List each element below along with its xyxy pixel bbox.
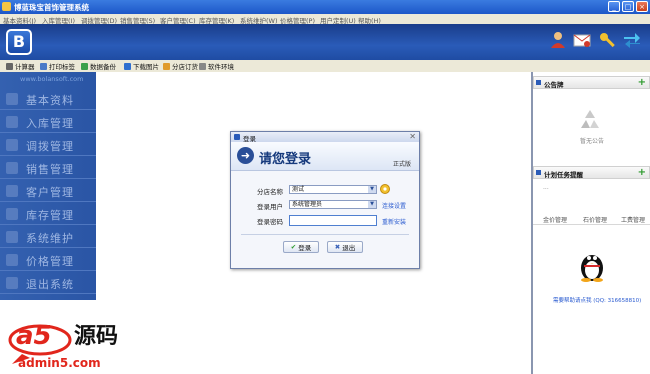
task-reminder-header: 计划任务提醒 +: [533, 166, 650, 179]
chevron-down-icon[interactable]: ▼: [368, 186, 376, 193]
print-label-button[interactable]: 打印标签: [40, 61, 75, 71]
dialog-app-icon: [234, 134, 240, 140]
login-button[interactable]: ✔ 登录: [283, 241, 319, 253]
dialog-heading: 请您登录: [259, 152, 312, 167]
user-icon[interactable]: [548, 30, 568, 50]
window-title: 博蓝珠宝首饰管理系统: [14, 3, 89, 12]
wrench-icon: [199, 62, 206, 70]
box-icon: [6, 208, 18, 220]
watermark-brand-right: 源码: [74, 324, 119, 349]
chevron-down-icon[interactable]: ▼: [368, 201, 376, 208]
maximize-button[interactable]: □: [622, 1, 634, 12]
task-placeholder: ...: [543, 184, 549, 191]
tab-stone-price[interactable]: 石价管理: [583, 215, 607, 224]
transfer-icon: [6, 139, 18, 151]
dialog-title-bar: 登录 ✕: [231, 132, 419, 143]
close-button[interactable]: ×: [636, 1, 648, 12]
close-icon: ✖: [334, 243, 341, 251]
download-icon: [124, 62, 131, 70]
user-select[interactable]: 系统管理员 ▼: [289, 200, 377, 209]
sidebar-item-price[interactable]: 价格管理: [0, 249, 96, 271]
mail-icon[interactable]: [572, 30, 592, 50]
software-env-button[interactable]: 软件环境: [199, 61, 234, 71]
dialog-separator: [241, 234, 409, 235]
app-logo: B: [6, 29, 32, 55]
site-url: www.bolansoft.com: [20, 75, 84, 83]
person-icon: [6, 185, 18, 197]
store-label: 分店名称: [257, 188, 283, 196]
key-icon[interactable]: [597, 30, 617, 50]
sidebar-item-stock-in[interactable]: 入库管理: [0, 111, 96, 133]
bullet-icon: [536, 170, 541, 175]
cart-icon: [6, 162, 18, 174]
exit-icon: [6, 277, 18, 289]
sidebar-item-exit[interactable]: 退出系统: [0, 272, 96, 294]
app-icon: [2, 2, 11, 11]
edition-label: 正式版: [392, 161, 411, 168]
arrow-right-icon: ➜: [237, 147, 254, 164]
qq-penguin-icon[interactable]: [578, 248, 606, 282]
recycle-icon: [581, 110, 599, 128]
sidebar-nav: www.bolansoft.com 基本资料 入库管理 调拨管理 销售管理 客户…: [0, 72, 96, 300]
bullet-icon: [536, 80, 541, 85]
password-label: 登录密码: [257, 218, 283, 226]
right-panel: 公告牌 + 暂无公告 计划任务提醒 + ... 金价管理 石价管理 工费管理 需…: [533, 72, 650, 374]
add-task-icon[interactable]: +: [638, 167, 646, 178]
exit-button[interactable]: ✖ 退出: [327, 241, 363, 253]
sidebar-item-customer[interactable]: 客户管理: [0, 180, 96, 202]
calculator-button[interactable]: 计算器: [6, 61, 35, 71]
switch-arrows-icon[interactable]: [622, 30, 642, 50]
add-notice-icon[interactable]: +: [638, 77, 646, 88]
login-dialog: 登录 ✕ ➜ 请您登录 正式版 分店名称 测试 ▼ 登录用户 系统管理员 ▼ 连…: [230, 131, 420, 269]
database-icon: [81, 62, 88, 70]
no-notice-text: 暂无公告: [580, 138, 605, 145]
minimize-button[interactable]: _: [608, 1, 620, 12]
folder-icon: [6, 93, 18, 105]
sidebar-item-sales[interactable]: 销售管理: [0, 157, 96, 179]
tab-divider: [533, 224, 650, 225]
reinstall-link[interactable]: 重新安装: [382, 217, 406, 226]
calculator-icon: [6, 62, 13, 70]
watermark-site: admin5.com: [18, 356, 101, 370]
tab-labor-fee[interactable]: 工费管理: [621, 215, 645, 224]
sidebar-item-maintenance[interactable]: 系统维护: [0, 226, 96, 248]
backup-button[interactable]: 数据备份: [81, 61, 116, 71]
sidebar-item-inventory[interactable]: 库存管理: [0, 203, 96, 225]
sidebar-item-basic[interactable]: 基本资料: [0, 88, 96, 110]
printer-icon: [40, 62, 47, 70]
inbox-icon: [6, 116, 18, 128]
connection-settings-link[interactable]: 连接设置: [382, 201, 406, 210]
user-label: 登录用户: [257, 203, 283, 211]
tag-icon: [6, 254, 18, 266]
store-settings-icon[interactable]: [380, 184, 390, 194]
tab-gold-price[interactable]: 金价管理: [543, 215, 567, 224]
dialog-banner: ➜ 请您登录 正式版: [231, 142, 419, 171]
store-order-button[interactable]: 分店订货: [163, 61, 198, 71]
title-bar: 博蓝珠宝首饰管理系统 _ □ ×: [0, 0, 650, 14]
notice-board-header: 公告牌 +: [533, 76, 650, 89]
sidebar-item-transfer[interactable]: 调拨管理: [0, 134, 96, 156]
password-field[interactable]: [289, 215, 377, 226]
download-images-button[interactable]: 下载图片: [124, 61, 159, 71]
gear-icon: [6, 231, 18, 243]
qq-help-link[interactable]: 需要帮助请点我 (QQ: 316658810): [553, 296, 641, 304]
site-watermark: a5 源码 admin5.com: [0, 318, 140, 374]
store-select[interactable]: 测试 ▼: [289, 185, 377, 194]
order-icon: [163, 62, 170, 70]
watermark-brand-left: a5: [16, 321, 52, 351]
check-icon: ✔: [290, 243, 297, 251]
dialog-close-icon[interactable]: ✕: [409, 132, 416, 141]
